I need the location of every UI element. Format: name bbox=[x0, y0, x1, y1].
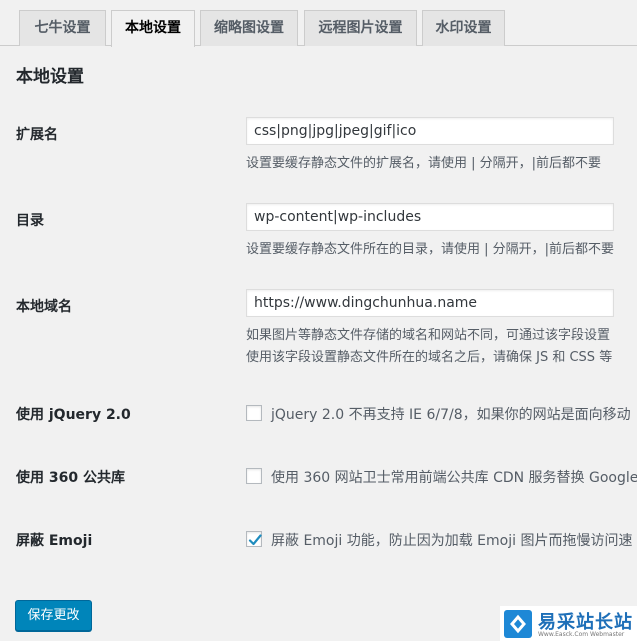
page-title: 本地设置 bbox=[16, 67, 84, 87]
cdn360-checkbox[interactable] bbox=[246, 468, 262, 484]
tab-qiniu[interactable]: 七牛设置 bbox=[19, 10, 106, 46]
local-domain-description-1: 如果图片等静态文件存储的域名和网站不同，可通过该字段设置 bbox=[246, 328, 611, 343]
tab-thumbnail[interactable]: 缩略图设置 bbox=[200, 10, 298, 46]
directory-input[interactable] bbox=[246, 203, 614, 231]
checkmark-icon bbox=[248, 534, 262, 546]
tab-local[interactable]: 本地设置 bbox=[111, 10, 195, 47]
extension-label: 扩展名 bbox=[16, 127, 58, 143]
cdn360-description: 使用 360 网站卫士常用前端公共库 CDN 服务替换 Google bbox=[271, 470, 637, 486]
site-watermark: 易采站长站 Www.Easck.Com Webmaster bbox=[500, 606, 637, 641]
jquery-label: 使用 jQuery 2.0 bbox=[16, 407, 131, 423]
tab-remote-images[interactable]: 远程图片设置 bbox=[304, 10, 417, 46]
cdn360-label: 使用 360 公共库 bbox=[16, 470, 125, 486]
emoji-label: 屏蔽 Emoji bbox=[16, 533, 93, 549]
tab-watermark[interactable]: 水印设置 bbox=[422, 10, 505, 46]
watermark-logo-icon bbox=[504, 610, 532, 638]
extension-description: 设置要缓存静态文件的扩展名，请使用 | 分隔开，|前后都不要 bbox=[246, 156, 602, 171]
directory-label: 目录 bbox=[16, 213, 44, 229]
extension-input[interactable] bbox=[246, 117, 614, 145]
save-button[interactable]: 保存更改 bbox=[15, 600, 92, 631]
local-domain-description-2: 使用该字段设置静态文件所在的域名之后，请确保 JS 和 CSS 等 bbox=[246, 350, 613, 365]
emoji-description: 屏蔽 Emoji 功能，防止因为加载 Emoji 图片而拖慢访问速 bbox=[271, 533, 633, 549]
settings-tabs: 七牛设置 本地设置 缩略图设置 远程图片设置 水印设置 bbox=[0, 0, 637, 47]
directory-description: 设置要缓存静态文件所在的目录，请使用 | 分隔开，|前后都不要 bbox=[246, 242, 615, 257]
jquery-description: jQuery 2.0 不再支持 IE 6/7/8，如果你的网站是面向移动 bbox=[271, 407, 631, 423]
local-domain-input[interactable] bbox=[246, 289, 614, 317]
jquery-checkbox[interactable] bbox=[246, 405, 262, 421]
local-domain-label: 本地域名 bbox=[16, 299, 72, 315]
emoji-checkbox[interactable] bbox=[246, 531, 262, 547]
watermark-subtitle: Www.Easck.Com Webmaster bbox=[538, 631, 625, 638]
